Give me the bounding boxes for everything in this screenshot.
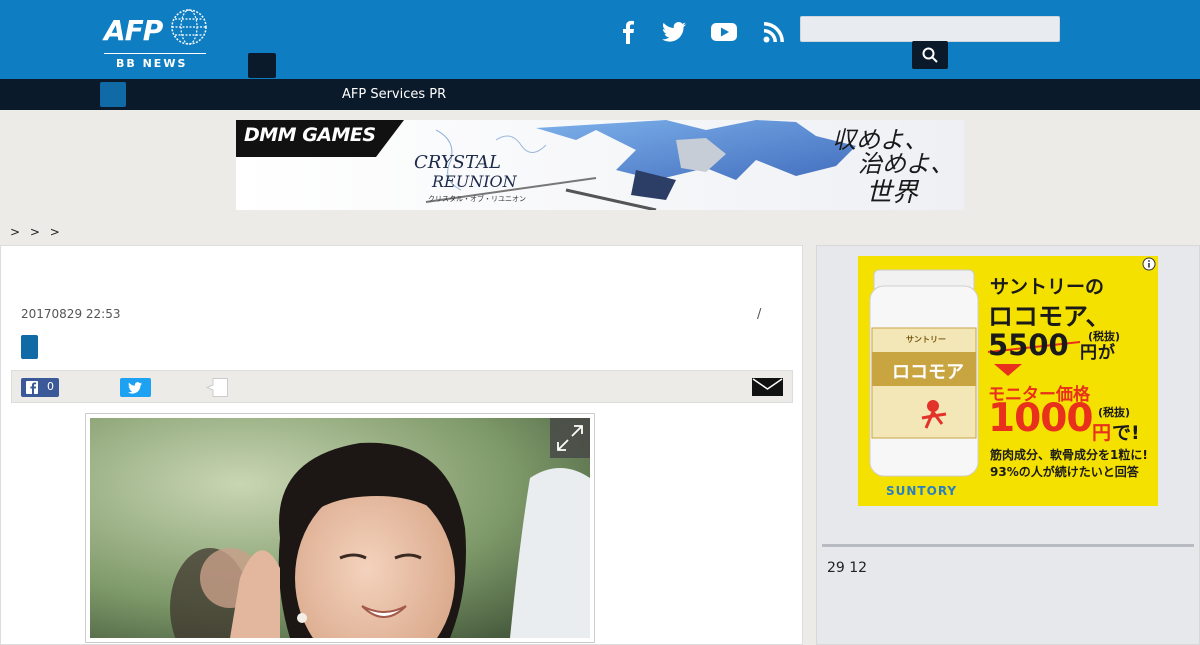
top-banner-ad[interactable]: DMM GAMES CRYSTAL REUNION クリスタル・オブ・リユニオン… [236, 120, 964, 210]
mail-icon[interactable] [752, 378, 783, 396]
breadcrumb[interactable]: > > > [10, 225, 63, 239]
nav-link-afp-services-pr[interactable]: AFP Services PR [342, 87, 446, 102]
search-button[interactable] [912, 41, 948, 69]
twitter-icon [662, 22, 686, 42]
photo-image [90, 418, 590, 638]
facebook-icon [26, 381, 38, 394]
category-tag[interactable] [21, 335, 38, 359]
rss-link[interactable] [760, 18, 788, 46]
facebook-share-count: 0 [47, 380, 54, 393]
banner-tagline-line3: 世界を。 [866, 178, 919, 208]
site-header: AFP BB NEWS [0, 0, 1200, 79]
site-logo[interactable]: AFP BB NEWS [104, 8, 208, 74]
ad-price-new: 1000 [988, 396, 1094, 441]
sidebar-ad[interactable]: サントリー ロコモア サントリーの ロコモア、 (税抜) 5500 円 が モニ… [858, 256, 1158, 506]
ad-line1: サントリーの [990, 276, 1105, 298]
logo-subtitle: BB NEWS [116, 57, 188, 70]
banner-brand: DMM GAMES [244, 124, 376, 146]
facebook-icon [623, 20, 634, 44]
sidebar-divider [822, 544, 1194, 547]
twitter-icon [128, 382, 142, 394]
nav-bar: AFP Services PR [0, 79, 1200, 110]
logo-divider [104, 53, 206, 54]
ad-price-new-suffix: で! [1112, 422, 1140, 444]
share-count-bubble[interactable] [206, 378, 228, 397]
youtube-icon [711, 23, 737, 41]
rss-icon [763, 22, 784, 43]
ad-price-old-suffix: が [1098, 343, 1115, 363]
adchoices-icon[interactable] [1142, 257, 1156, 271]
article-meta-separator: / [757, 307, 762, 322]
banner-game-title-line2: REUNION [432, 172, 517, 191]
facebook-link[interactable] [614, 18, 642, 46]
article-date: 20170829 22:53 [21, 307, 121, 321]
ad-desc1: 筋肉成分、軟骨成分を1粒に! [990, 448, 1148, 462]
ad-bottle-brand: サントリー [906, 335, 946, 344]
youtube-link[interactable] [710, 18, 738, 46]
search-input[interactable] [800, 16, 1060, 42]
search-icon [922, 47, 938, 63]
twitter-share-button[interactable] [120, 378, 151, 397]
ad-price-old-unit: 円 [1080, 343, 1097, 363]
banner-game-title-jp: クリスタル・オブ・リユニオン [428, 195, 526, 203]
sidebar-date-text: 29 12 [827, 560, 868, 576]
banner-game-title-line1: CRYSTAL [414, 152, 501, 173]
expand-photo-button[interactable] [550, 418, 590, 458]
facebook-share-button[interactable]: 0 [21, 378, 59, 397]
nav-home-button[interactable] [100, 82, 126, 107]
menu-button[interactable] [248, 53, 276, 78]
expand-icon [557, 425, 583, 451]
twitter-link[interactable] [660, 18, 688, 46]
ad-bottle-label: ロコモア [892, 362, 964, 383]
ad-price-old: 5500 [988, 328, 1069, 362]
article-photo[interactable] [90, 418, 590, 638]
ad-price-new-unit: 円 [1092, 422, 1112, 444]
ad-desc2: 93%の人が続けたいと回答 [990, 465, 1139, 479]
logo-text: AFP [104, 14, 163, 47]
globe-icon [171, 9, 207, 45]
ad-brand: SUNTORY [886, 484, 958, 498]
